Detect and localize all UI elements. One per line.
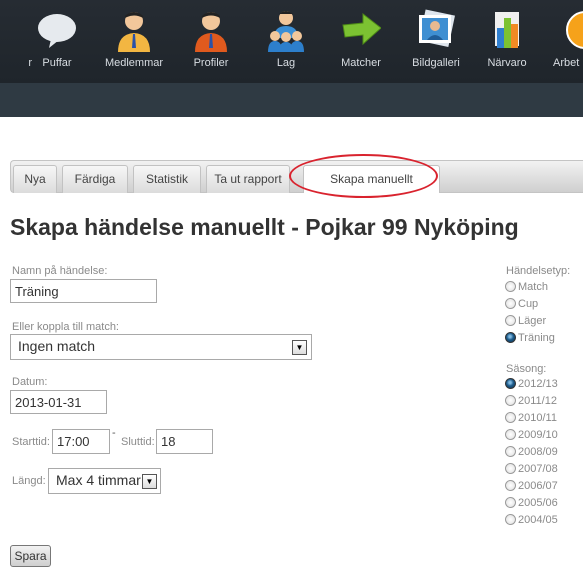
radio-season[interactable]: 2005/06 <box>505 497 558 512</box>
event-name-input[interactable] <box>10 279 157 303</box>
sub-navigation-bar <box>0 83 583 117</box>
match-select[interactable]: Ingen match ▼ <box>10 334 312 360</box>
nav-item-narvaro[interactable]: Närvaro <box>469 0 545 83</box>
radio-season[interactable]: 2004/05 <box>505 514 558 529</box>
match-select-value: Ingen match <box>18 338 96 354</box>
radio-season[interactable]: 2006/07 <box>505 480 558 495</box>
radio-lager[interactable]: Läger <box>505 315 546 330</box>
tab-statistik[interactable]: Statistik <box>133 165 201 193</box>
tab-bar: Nya Färdiga Statistik Ta ut rapport Skap… <box>10 160 583 193</box>
date-input[interactable] <box>10 390 107 414</box>
end-time-input[interactable] <box>156 429 213 454</box>
speech-bubble-icon <box>38 14 76 48</box>
bar-chart-icon <box>495 12 519 48</box>
radio-season[interactable]: 2011/12 <box>505 395 557 410</box>
end-label: Sluttid: <box>121 436 155 448</box>
tab-ta-ut-rapport[interactable]: Ta ut rapport <box>206 165 290 193</box>
season-label: Säsong: <box>506 363 547 375</box>
nav-item-puffar[interactable]: Puffar <box>19 0 95 83</box>
member-icon <box>118 12 150 52</box>
match-label: Eller koppla till match: <box>12 321 119 333</box>
nav-item-bildgalleri[interactable]: Bildgalleri <box>398 0 474 83</box>
chevron-down-icon: ▼ <box>142 474 157 489</box>
warning-icon <box>566 11 583 49</box>
save-button[interactable]: Spara <box>10 545 51 567</box>
tab-skapa-manuellt[interactable]: Skapa manuellt <box>303 165 440 193</box>
radio-season[interactable]: 2010/11 <box>505 412 557 427</box>
team-icon <box>268 11 304 52</box>
nav-item-profiler[interactable]: Profiler <box>173 0 249 83</box>
nav-item-medlemmar[interactable]: Medlemmar <box>96 0 172 83</box>
arrow-right-icon <box>342 12 381 46</box>
length-select-value: Max 4 timmar <box>56 472 141 488</box>
tab-fardiga[interactable]: Färdiga <box>62 165 128 193</box>
profile-icon <box>195 12 227 52</box>
start-time-input[interactable] <box>52 429 110 454</box>
radio-season[interactable]: 2012/13 <box>505 378 558 393</box>
radio-match[interactable]: Match <box>505 281 548 296</box>
photo-gallery-icon <box>418 9 455 47</box>
radio-traning[interactable]: Träning <box>505 332 555 347</box>
nav-item-arbet[interactable]: Arbet <box>545 0 583 83</box>
nav-item-lag[interactable]: Lag <box>248 0 324 83</box>
radio-cup[interactable]: Cup <box>505 298 538 313</box>
radio-season[interactable]: 2008/09 <box>505 446 558 461</box>
nav-item-matcher[interactable]: Matcher <box>323 0 399 83</box>
start-label: Starttid: <box>12 436 50 448</box>
page-title: Skapa händelse manuellt - Pojkar 99 Nykö… <box>10 214 519 240</box>
chevron-down-icon: ▼ <box>292 340 307 355</box>
length-label: Längd: <box>12 475 46 487</box>
date-label: Datum: <box>12 376 48 388</box>
radio-season[interactable]: 2009/10 <box>505 429 558 444</box>
name-label: Namn på händelse: <box>12 265 108 277</box>
tab-nya[interactable]: Nya <box>13 165 57 193</box>
event-type-label: Händelsetyp: <box>506 265 571 277</box>
top-navigation: r Puffar Medlemmar Profiler Lag Matcher … <box>0 0 583 83</box>
time-dash: - <box>112 427 116 439</box>
length-select[interactable]: Max 4 timmar ▼ <box>48 468 161 494</box>
radio-season[interactable]: 2007/08 <box>505 463 558 478</box>
